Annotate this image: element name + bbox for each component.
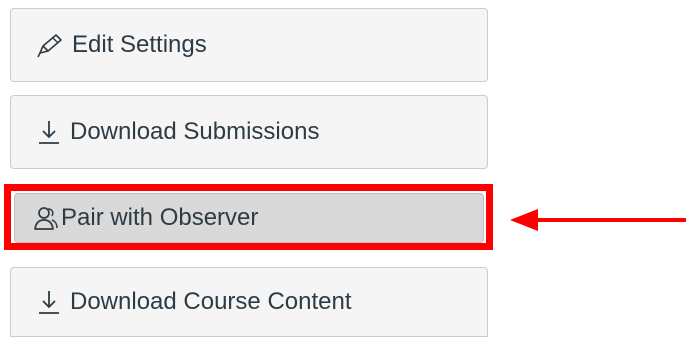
- pencil-icon: [36, 32, 64, 58]
- download-submissions-button[interactable]: Download Submissions: [10, 95, 488, 169]
- pointer-arrow-icon: [510, 209, 686, 231]
- edit-settings-button[interactable]: Edit Settings: [10, 8, 488, 82]
- download-course-content-label: Download Course Content: [70, 288, 352, 315]
- download-icon: [36, 288, 62, 316]
- edit-settings-label: Edit Settings: [72, 31, 207, 58]
- download-submissions-label: Download Submissions: [70, 118, 320, 145]
- pair-with-observer-button[interactable]: Pair with Observer: [14, 193, 484, 243]
- course-sidebar: Edit Settings Download Submissions Pair …: [0, 0, 688, 337]
- pair-with-observer-label: Pair with Observer: [61, 204, 259, 231]
- download-icon: [36, 118, 62, 146]
- users-icon: [33, 205, 59, 231]
- download-course-content-button[interactable]: Download Course Content: [10, 267, 488, 337]
